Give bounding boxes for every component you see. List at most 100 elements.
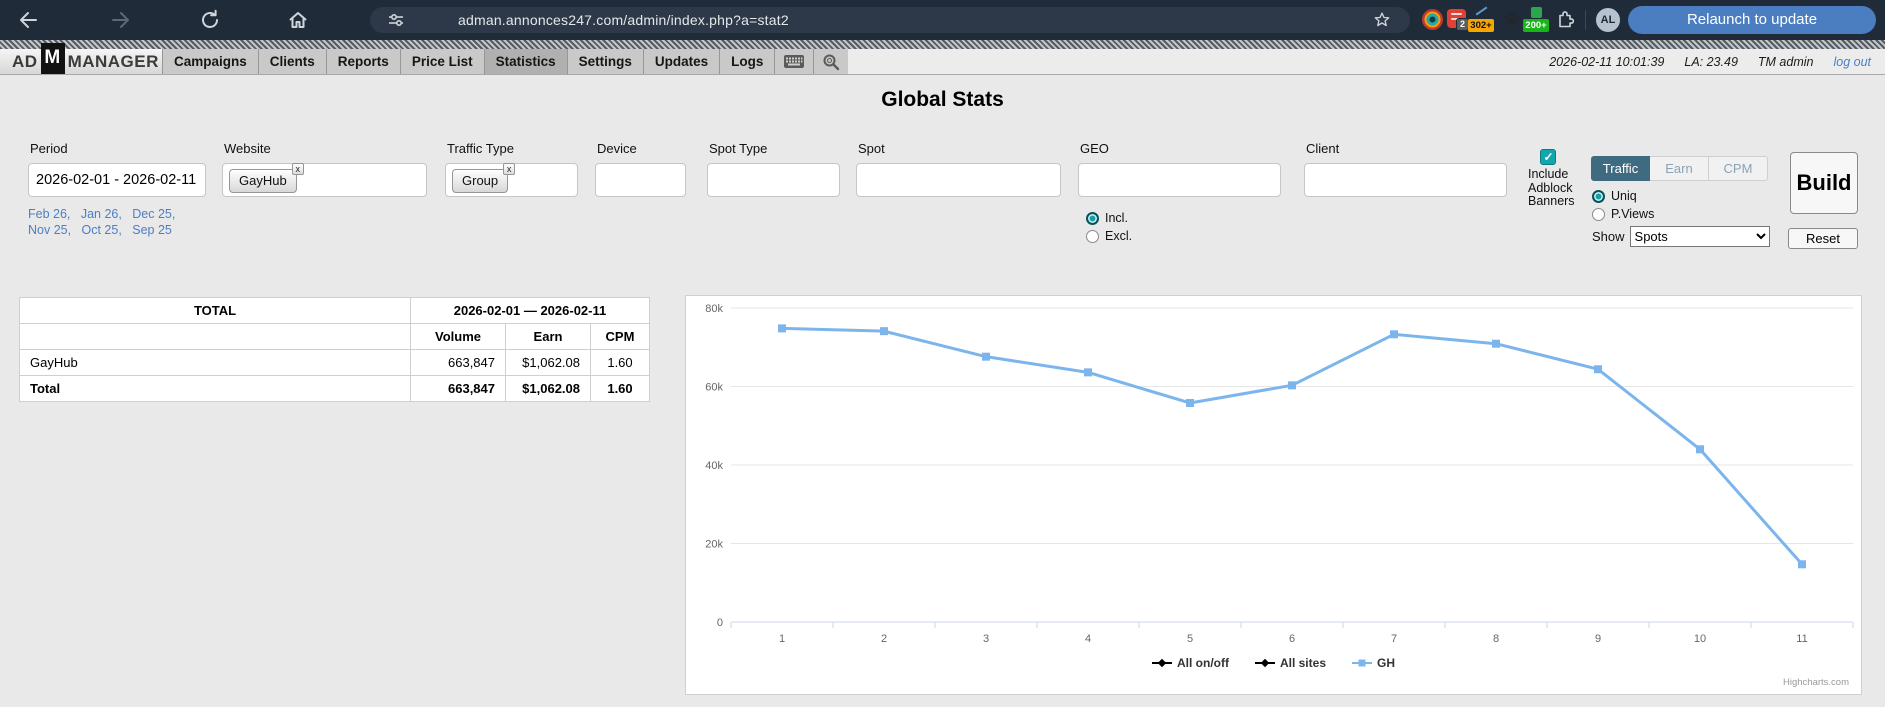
extension-green-detail [1531, 7, 1542, 18]
logout-link[interactable]: log out [1833, 55, 1871, 69]
logo-text-post: MANAGER [68, 52, 159, 72]
svg-text:60k: 60k [705, 382, 723, 394]
address-bar[interactable]: adman.annonces247.com/admin/index.php?a=… [370, 7, 1410, 33]
menu-item-reports[interactable]: Reports [326, 49, 400, 74]
svg-text:8: 8 [1493, 633, 1499, 645]
uniq-label: Uniq [1611, 189, 1637, 203]
excl-radio[interactable] [1086, 230, 1099, 243]
header-datetime: 2026-02-11 10:01:39 [1549, 55, 1664, 69]
website-field[interactable]: GayHub x [222, 163, 427, 197]
reset-button[interactable]: Reset [1788, 228, 1858, 249]
header-hatch-strip [0, 40, 1885, 49]
incl-radio[interactable] [1086, 212, 1099, 225]
client-field[interactable] [1304, 163, 1507, 197]
device-field[interactable] [595, 163, 686, 197]
quick-link-jan26[interactable]: Jan 26 [81, 207, 129, 221]
menu-item-statistics[interactable]: Statistics [484, 49, 567, 74]
extension-red-icon[interactable]: 2 [1447, 9, 1466, 28]
bookmark-star-icon[interactable] [1372, 10, 1392, 30]
back-icon[interactable] [16, 8, 40, 32]
spot-label: Spot [858, 141, 885, 156]
cpm-cell: 1.60 [591, 350, 650, 376]
svg-text:4: 4 [1085, 633, 1091, 645]
spot-type-field[interactable] [707, 163, 840, 197]
remove-tag-icon[interactable]: x [292, 163, 304, 175]
period-input[interactable] [28, 163, 206, 197]
logo-m-mark: M [41, 43, 65, 74]
magnifier-icon [822, 53, 840, 71]
legend-item-gh[interactable]: GH [1352, 656, 1395, 670]
svg-text:9: 9 [1595, 633, 1601, 645]
reload-icon[interactable] [198, 8, 222, 32]
legend-label: GH [1377, 656, 1395, 670]
forward-icon[interactable] [109, 8, 133, 32]
extension-green-icon[interactable]: 200+ [1523, 7, 1549, 33]
home-icon[interactable] [286, 8, 310, 32]
remove-tag-icon[interactable]: x [503, 163, 515, 175]
table-header-row-2: Volume Earn CPM [20, 324, 650, 350]
quick-link-feb26[interactable]: Feb 26 [28, 207, 77, 221]
legend-item-all-sites[interactable]: All sites [1255, 656, 1326, 670]
menu-item-settings[interactable]: Settings [567, 49, 643, 74]
svg-text:0: 0 [717, 617, 723, 629]
quick-link-dec25[interactable]: Dec 25 [132, 207, 182, 221]
menu-item-logs[interactable]: Logs [719, 49, 774, 74]
quick-link-oct25[interactable]: Oct 25 [82, 223, 129, 237]
uniq-option[interactable]: Uniq [1592, 189, 1637, 203]
totals-table: TOTAL 2026-02-01 — 2026-02-11 Volume Ear… [19, 297, 650, 402]
chart-legend: All on/off All sites GH [686, 656, 1861, 670]
svg-text:20k: 20k [705, 539, 723, 551]
profile-avatar[interactable]: AL [1596, 8, 1620, 32]
metric-button-earn[interactable]: Earn [1650, 156, 1709, 181]
traffic-type-field[interactable]: Group x [445, 163, 578, 197]
pviews-option[interactable]: P.Views [1592, 207, 1654, 221]
app-logo: AD M MANAGER [0, 49, 162, 74]
extensions-puzzle-icon[interactable] [1554, 9, 1574, 29]
period-quick-links: Feb 26 Jan 26 Dec 25 Nov 25 Oct 25 Sep 2… [28, 206, 200, 238]
chart-credit[interactable]: Highcharts.com [1783, 677, 1849, 688]
menu-item-updates[interactable]: Updates [643, 49, 719, 74]
extension-adblock-icon[interactable]: 302+ [1468, 7, 1494, 33]
extension-color-wheel-icon[interactable] [1422, 9, 1443, 30]
stats-line-chart[interactable]: 020k40k60k80k1234567891011 [686, 296, 1863, 651]
pviews-radio[interactable] [1592, 208, 1605, 221]
svg-text:11: 11 [1796, 633, 1807, 645]
menu-item-campaigns[interactable]: Campaigns [162, 49, 258, 74]
show-select[interactable]: Spots [1630, 226, 1770, 247]
site-name-cell: GayHub [20, 350, 411, 376]
total-name-cell: Total [20, 376, 411, 402]
logo-text-pre: AD [12, 52, 38, 72]
extension-paw-icon[interactable] [1502, 10, 1520, 28]
geo-field[interactable] [1078, 163, 1281, 197]
legend-marker-icon [1352, 657, 1372, 669]
menu-item-price-list[interactable]: Price List [400, 49, 484, 74]
svg-text:1: 1 [779, 633, 785, 645]
keyboard-menu-button[interactable] [774, 49, 813, 74]
url-text[interactable]: adman.annonces247.com/admin/index.php?a=… [458, 12, 789, 28]
legend-marker-icon [1255, 657, 1275, 669]
extension-red-detail [1451, 13, 1462, 15]
period-label: Period [30, 141, 68, 156]
geo-incl-option[interactable]: Incl. [1086, 211, 1128, 225]
show-row: Show Spots [1592, 226, 1770, 247]
quick-link-sep25[interactable]: Sep 25 [132, 223, 172, 237]
total-volume-cell: 663,847 [411, 376, 506, 402]
site-settings-icon[interactable] [386, 10, 406, 30]
spot-type-label: Spot Type [709, 141, 767, 156]
quick-link-nov25[interactable]: Nov 25 [28, 223, 78, 237]
search-stats-menu-button[interactable] [813, 49, 848, 74]
relaunch-button[interactable]: Relaunch to update [1628, 6, 1876, 34]
uniq-radio[interactable] [1592, 190, 1605, 203]
spot-field[interactable] [856, 163, 1061, 197]
geo-excl-option[interactable]: Excl. [1086, 229, 1132, 243]
table-empty-header-cell [20, 324, 411, 350]
menu-item-clients[interactable]: Clients [258, 49, 326, 74]
svg-text:2: 2 [881, 633, 887, 645]
extension-badge: 200+ [1523, 19, 1549, 32]
metric-button-cpm[interactable]: CPM [1709, 156, 1768, 181]
legend-item-all-on-off[interactable]: All on/off [1152, 656, 1229, 670]
build-button[interactable]: Build [1790, 152, 1858, 214]
metric-button-traffic[interactable]: Traffic [1591, 156, 1650, 181]
adblock-checkbox[interactable] [1540, 149, 1556, 165]
table-header-row-1: TOTAL 2026-02-01 — 2026-02-11 [20, 298, 650, 324]
